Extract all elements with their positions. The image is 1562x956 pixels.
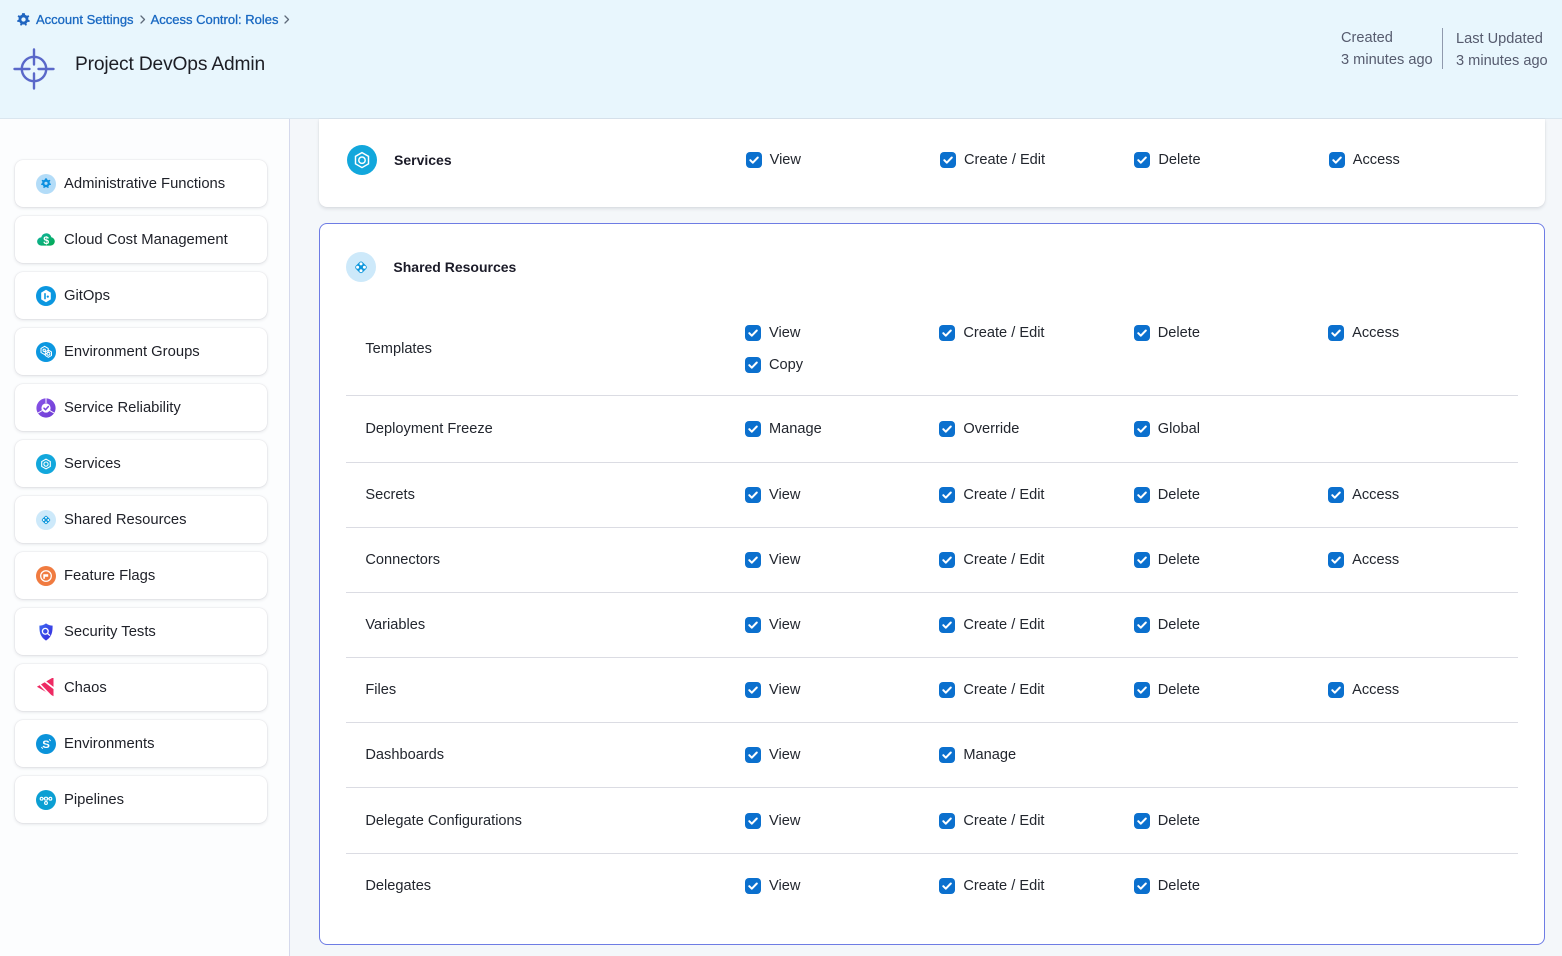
svg-text:S: S: [42, 739, 50, 751]
svg-text:$: $: [43, 234, 49, 246]
